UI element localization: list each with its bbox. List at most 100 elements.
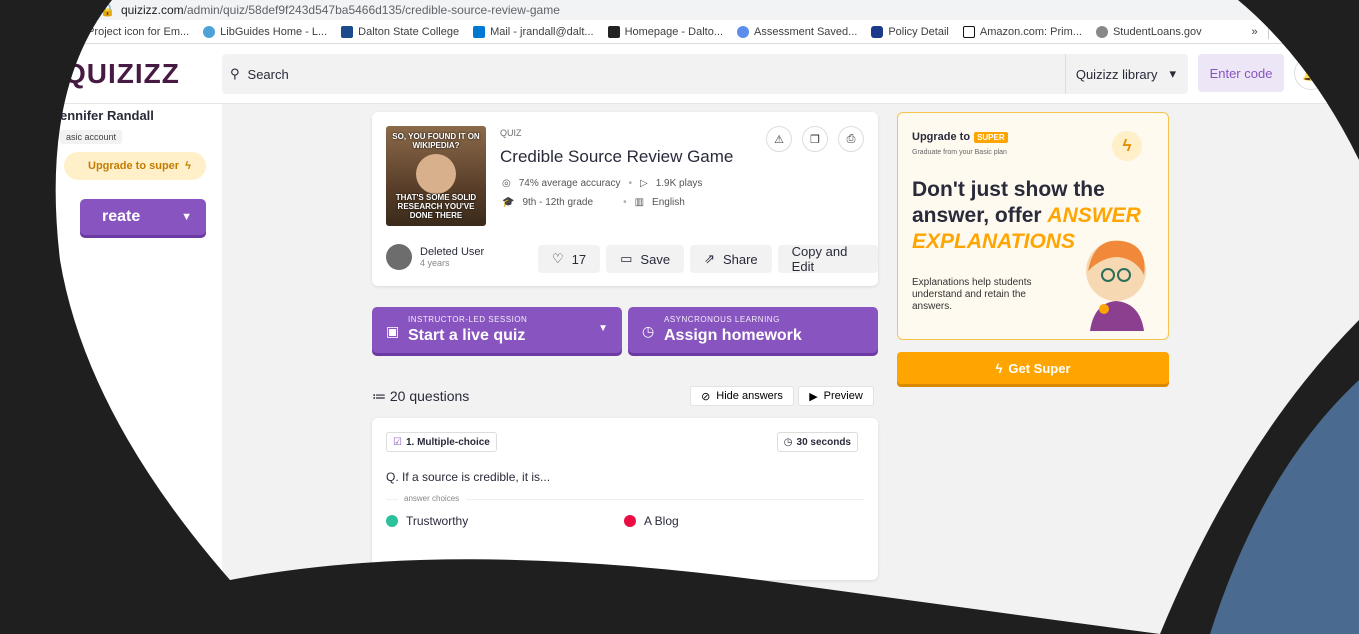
home-icon[interactable]: ⌂ <box>70 2 92 19</box>
hide-answers-button[interactable]: ⊘ Hide answers <box>690 386 794 406</box>
checkbox-icon: ☑ <box>393 436 402 448</box>
thumbnail-caption-top: So, you found it on Wikipedia? <box>392 132 480 150</box>
list-icon: ≔ <box>372 388 386 404</box>
reload-icon[interactable]: ↻ <box>48 2 70 19</box>
browser-menu-icon[interactable]: ⋮ <box>1332 2 1345 18</box>
sidebar: ennifer Randall asic account Upgrade to … <box>0 104 222 634</box>
more-bookmarks-button[interactable]: » <box>1252 26 1258 38</box>
bookmark-item[interactable]: Assessment Saved... <box>737 25 857 38</box>
back-icon[interactable]: ← <box>4 2 26 19</box>
bookmark-item[interactable]: Dalton State College <box>341 25 459 38</box>
promo-subtitle: Graduate from your Basic plan <box>912 149 1007 156</box>
bookmark-item[interactable]: Apps <box>14 25 56 38</box>
url-path: /admin/quiz/58def9f243d547ba5466d135/cre… <box>183 3 560 17</box>
timer-icon: ◷ <box>783 436 793 448</box>
bookmark-star-icon[interactable]: ☆ <box>1274 2 1286 18</box>
question-card[interactable]: ☑ 1. Multiple-choice ◷ 30 seconds Q. If a … <box>372 418 878 580</box>
browser-actions: ⇪ ☆ ⋮ <box>1249 1 1345 19</box>
teacher-illustration <box>1086 240 1146 331</box>
library-dropdown[interactable]: Quizizz library ▾ <box>1064 54 1176 94</box>
promo-title: Upgrade to SUPER <box>912 131 1008 143</box>
bookmark-item[interactable]: Mail - jrandall@dalt... <box>473 25 594 38</box>
reading-list-button[interactable]: ☰ Reading list <box>1278 25 1351 39</box>
owner-age: 4 years <box>420 258 450 268</box>
report-warning-icon[interactable]: ⚠ <box>766 126 792 152</box>
question-type-badge: ☑ 1. Multiple-choice <box>386 432 497 452</box>
copy-and-edit-button[interactable]: Copy and Edit <box>777 244 878 274</box>
quiz-action-icons: ⚠ ❐ ⎙ <box>766 126 864 152</box>
bookmark-item[interactable]: Project icon for Em... <box>70 25 189 38</box>
lock-icon: 🔒 <box>100 3 115 17</box>
owner-name: Deleted User <box>420 246 485 258</box>
plays: 1.9K plays <box>655 178 703 189</box>
reading-list-icon: ☰ <box>1278 26 1289 38</box>
profile-avatar[interactable] <box>1300 1 1318 19</box>
share-button[interactable]: ⇗ Share <box>690 245 772 273</box>
screenshot-stage: ← → ↻ ⌂ 🔒 quizizz.com/admin/quiz/58def9f… <box>0 0 1359 634</box>
bookmark-item[interactable]: StudentLoans.gov <box>1095 25 1202 38</box>
correct-dot-icon <box>386 515 398 527</box>
language: English <box>652 197 685 208</box>
save-button[interactable]: ▭ Save <box>606 245 685 273</box>
quiz-thumbnail[interactable]: So, you found it on Wikipedia? That's so… <box>386 126 486 226</box>
accuracy: 74% average accuracy <box>518 178 621 189</box>
share-page-icon[interactable]: ⇪ <box>1249 2 1260 18</box>
thumbnail-caption-bottom: That's some solid research you've done t… <box>395 193 477 220</box>
preview-button[interactable]: ▶ Preview <box>798 386 874 406</box>
address-bar[interactable]: 🔒 quizizz.com/admin/quiz/58def9f243d547b… <box>100 3 560 17</box>
quiz-meta: 🎓 9th - 12th grade • ▥ English <box>502 197 685 208</box>
quizizz-logo[interactable]: QUIZIZZ <box>64 58 180 90</box>
user-name: ennifer Randall <box>60 108 154 123</box>
notifications-bell-icon[interactable]: 🔔 <box>1294 56 1328 90</box>
start-live-quiz-button[interactable]: ▣ INSTRUCTOR-LED SESSION Start a live qu… <box>372 307 622 353</box>
duplicate-icon[interactable]: ❐ <box>802 126 828 152</box>
clock-icon: ◷ <box>642 323 655 339</box>
promo-body: Explanations help students understand an… <box>912 277 1032 312</box>
answer-choice: Trustworthy <box>386 514 468 528</box>
get-super-button[interactable]: ϟ Get Super <box>897 352 1169 384</box>
app-header: QUIZIZZ ⚲ Search Quizizz library ▾ Enter… <box>0 44 1359 104</box>
quiz-title: Credible Source Review Game <box>500 147 734 166</box>
studentloans-icon <box>1095 25 1108 38</box>
search-input[interactable]: ⚲ Search Quizizz library ▾ <box>222 54 1188 94</box>
amazon-icon <box>962 25 975 38</box>
bookmark-item[interactable]: Homepage - Dalto... <box>607 25 723 38</box>
assign-homework-button[interactable]: ◷ ASYNCRONOUS LEARNING Assign homework <box>628 307 878 353</box>
apps-grid-icon <box>14 25 26 38</box>
play-icon: ▶ <box>809 390 818 403</box>
bookmark-item[interactable]: Policy Detail <box>871 25 949 38</box>
upgrade-promo-card[interactable]: Upgrade to SUPER Graduate from your Basi… <box>897 112 1169 340</box>
separator-dot: • <box>628 178 632 189</box>
separator-dot: • <box>623 197 627 208</box>
meme-face <box>416 154 456 194</box>
quiz-buttons: ♡ 17 ▭ Save ⇗ Share Copy and Edit <box>538 244 878 274</box>
answer-choice: A Blog <box>624 514 679 528</box>
bookmark-item[interactable]: LibGuides Home - L... <box>203 25 327 38</box>
folder-icon: ▭ <box>620 251 633 266</box>
policy-icon <box>871 25 884 38</box>
create-button[interactable]: reate ▼ <box>80 199 206 235</box>
search-placeholder: Search <box>247 66 289 82</box>
incorrect-dot-icon <box>624 515 636 527</box>
eye-off-icon: ⊘ <box>701 390 711 403</box>
quiz-owner: Deleted User 4 years <box>386 244 484 270</box>
language-icon: ▥ <box>634 197 645 208</box>
cloud-icon <box>203 25 216 38</box>
url-host: quizizz.com <box>120 3 184 17</box>
print-icon[interactable]: ⎙ <box>838 126 864 152</box>
grade: 9th - 12th grade <box>522 197 594 208</box>
d2l-icon <box>607 25 620 38</box>
browser-nav: ← → ↻ ⌂ <box>4 2 92 19</box>
bookmark-item[interactable]: Amazon.com: Prim... <box>962 25 1082 38</box>
quiz-stats: ◎ 74% average accuracy • ▷ 1.9K plays <box>502 178 702 189</box>
accuracy-icon: ◎ <box>502 178 511 189</box>
enter-code-button[interactable]: Enter code <box>1198 54 1284 92</box>
heart-icon: ♡ <box>552 251 564 266</box>
forward-icon[interactable]: → <box>26 2 48 19</box>
questions-count: ≔ 20 questions <box>372 388 470 404</box>
avatar <box>386 244 412 270</box>
account-badge: asic account <box>60 130 123 144</box>
upgrade-to-super-button[interactable]: Upgrade to super ϟ <box>64 152 206 180</box>
question-time-badge: ◷ 30 seconds <box>776 432 858 452</box>
like-button[interactable]: ♡ 17 <box>538 245 601 273</box>
